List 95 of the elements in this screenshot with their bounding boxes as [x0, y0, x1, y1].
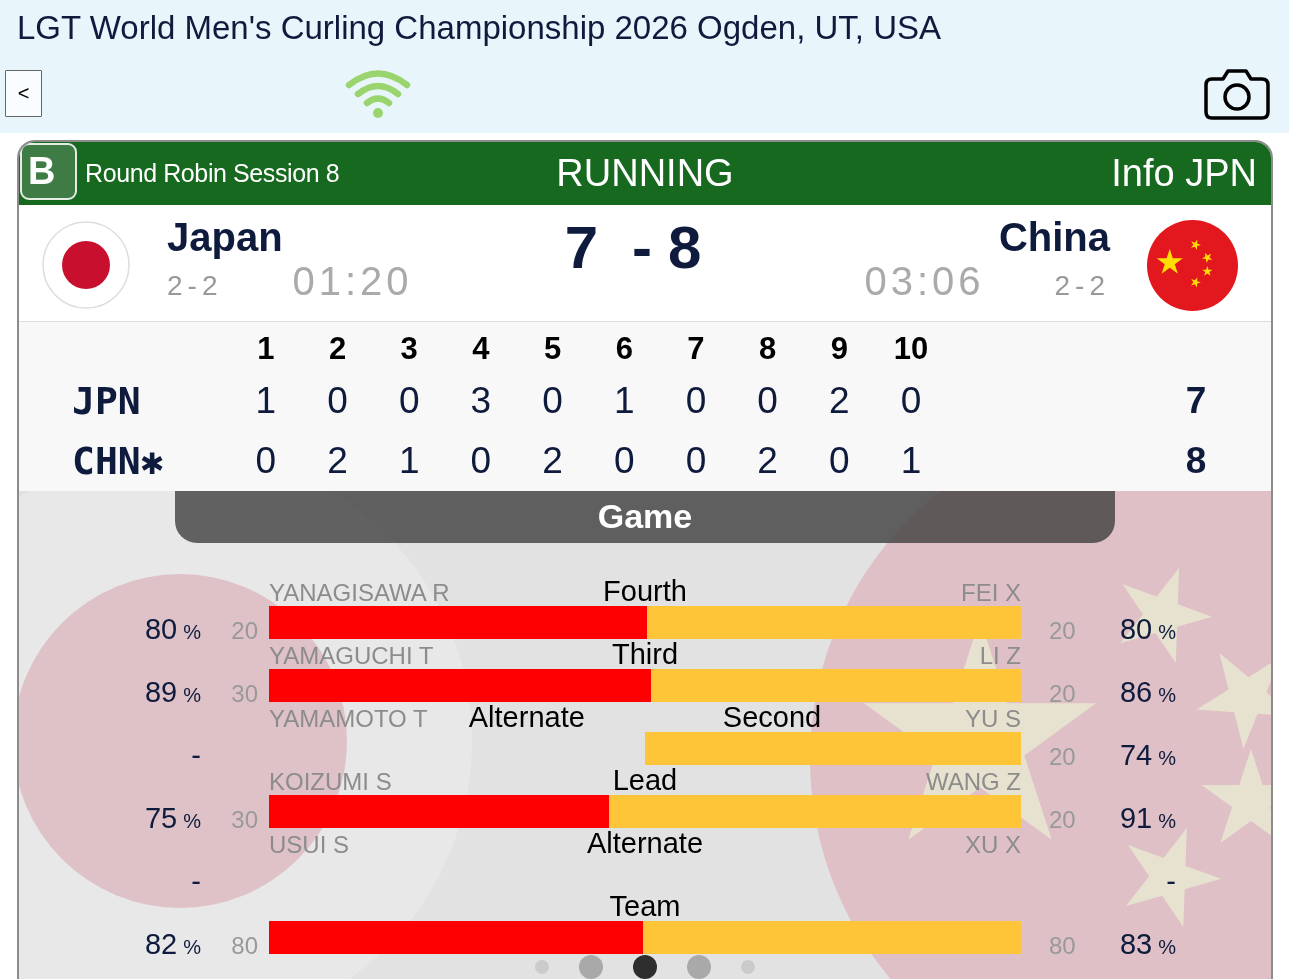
player-name: YU S	[965, 707, 1021, 731]
end-score: 0	[327, 380, 348, 422]
shot-count: 30	[231, 682, 258, 706]
player-name: FEI X	[961, 581, 1021, 605]
shot-count: 20	[1049, 808, 1076, 832]
accuracy-percent: 80 %	[144, 615, 201, 644]
position-label: Alternate	[586, 829, 704, 858]
player-name: KOIZUMI S	[269, 770, 392, 794]
end-score: 2	[829, 380, 850, 422]
accuracy-percent: 83 %	[1119, 930, 1176, 959]
shot-count: 20	[1049, 745, 1076, 769]
page-dot[interactable]	[633, 955, 657, 979]
end-number: 9	[830, 330, 848, 367]
end-number: 10	[893, 330, 929, 367]
page-dot[interactable]	[579, 955, 603, 979]
player-name: YANAGISAWA R	[269, 581, 450, 605]
game-status: RUNNING	[556, 152, 734, 195]
end-score: 0	[255, 440, 277, 482]
page-dot[interactable]	[687, 955, 711, 979]
end-score: 2	[327, 440, 348, 482]
player-name: YAMAGUCHI T	[269, 644, 434, 668]
end-number: 1	[257, 330, 275, 367]
total-score: 7	[1185, 380, 1207, 422]
end-score: 1	[614, 380, 635, 422]
total-score: 8	[1185, 440, 1207, 482]
end-score: 1	[255, 380, 277, 422]
accuracy-percent: -	[191, 867, 201, 896]
japan-flag-icon	[42, 221, 130, 309]
shot-count: 20	[231, 619, 258, 643]
home-score: 7	[564, 216, 598, 280]
player-name: LI Z	[979, 644, 1021, 668]
end-number: 2	[328, 330, 347, 367]
end-number: 3	[400, 330, 418, 367]
position-label: Lead	[612, 766, 678, 795]
end-score: 0	[900, 380, 922, 422]
accuracy-percent: -	[1166, 867, 1176, 896]
end-score: 1	[398, 440, 420, 482]
sheet-badge: B	[20, 143, 77, 200]
accuracy-percent: 82 %	[144, 930, 201, 959]
end-score: 2	[757, 440, 778, 482]
end-score: 0	[470, 440, 492, 482]
team-name: China	[998, 215, 1110, 259]
score-dash: -	[632, 216, 652, 280]
shot-count: 20	[1049, 619, 1076, 643]
end-score: 0	[685, 380, 707, 422]
session-name: Round Robin Session 8	[85, 159, 340, 188]
position-label: Fourth	[603, 577, 687, 606]
accuracy-percent: 89 %	[144, 678, 201, 707]
end-number: 8	[759, 330, 777, 367]
accuracy-percent: -	[191, 741, 201, 770]
team-name: Japan	[167, 215, 283, 259]
china-flag-icon	[1147, 220, 1238, 311]
end-score: 0	[614, 440, 635, 482]
game-tab[interactable]: Game	[175, 491, 1115, 543]
position-label: Team	[609, 892, 681, 921]
shot-count: 20	[1049, 682, 1076, 706]
back-button[interactable]: <	[5, 70, 42, 117]
end-score: 0	[757, 380, 778, 422]
thinking-time: 03:06	[864, 259, 985, 303]
accuracy-percent: 75 %	[144, 804, 201, 833]
end-number: 7	[687, 330, 705, 367]
shot-count: 30	[231, 808, 258, 832]
team-record: 2-2	[1054, 269, 1110, 303]
position-label: Second	[722, 703, 822, 732]
team-code: JPN	[71, 379, 141, 423]
end-number: 6	[615, 330, 633, 367]
position-label: Third	[611, 640, 679, 669]
shot-count: 80	[1049, 934, 1076, 958]
shot-count: 80	[231, 934, 258, 958]
away-score: 8	[668, 216, 702, 280]
accuracy-percent: 91 %	[1119, 804, 1176, 833]
player-name: XU X	[965, 833, 1021, 857]
end-score: 0	[398, 380, 420, 422]
accuracy-percent: 80 %	[1119, 615, 1176, 644]
end-number: 4	[472, 330, 490, 367]
accuracy-percent: 86 %	[1119, 678, 1176, 707]
player-name: WANG Z	[925, 770, 1021, 794]
team-info-link[interactable]: Info JPN	[1111, 152, 1271, 195]
camera-icon[interactable]	[1204, 68, 1270, 120]
end-score: 0	[542, 380, 563, 422]
team-record: 2-2	[167, 269, 223, 303]
team-code: CHN✱	[71, 439, 164, 483]
end-score: 0	[829, 440, 850, 482]
end-score: 2	[542, 440, 563, 482]
accuracy-percent: 74 %	[1119, 741, 1176, 770]
position-label: Alternate	[468, 703, 585, 732]
end-score: 0	[685, 440, 707, 482]
wifi-icon	[345, 68, 411, 118]
end-number: 5	[543, 330, 562, 367]
end-score: 3	[470, 380, 492, 422]
player-name: USUI S	[269, 833, 349, 857]
player-name: YAMAMOTO T	[269, 707, 428, 731]
thinking-time: 01:20	[292, 259, 413, 303]
page-title: LGT World Men's Curling Championship 2026 Ogden, UT, USA	[16, 8, 942, 48]
end-score: 1	[900, 440, 922, 482]
